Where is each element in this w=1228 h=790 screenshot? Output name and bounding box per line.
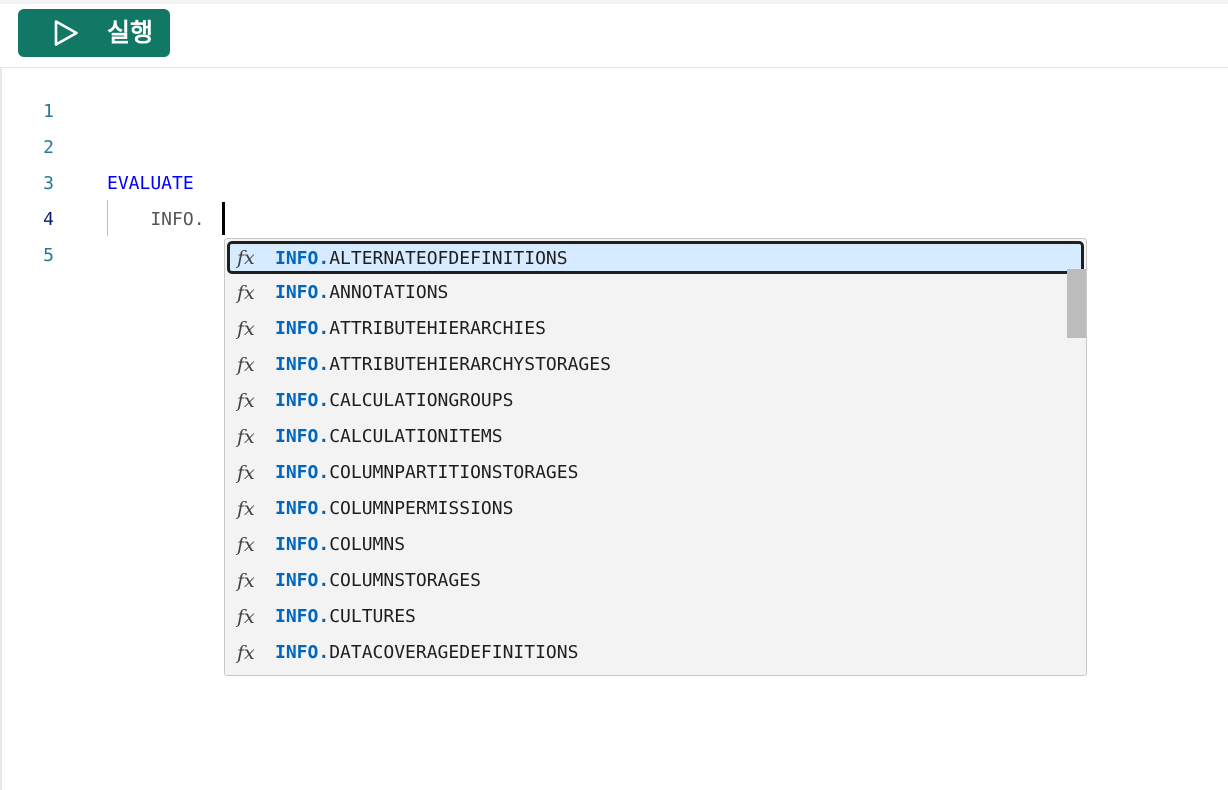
run-button-label: 실행	[107, 18, 154, 47]
code-line-evaluate[interactable]: EVALUATE	[107, 166, 194, 202]
function-icon: fx	[237, 642, 255, 664]
function-icon: fx	[237, 462, 255, 484]
suggestion-label: CALCULATIONGROUPS	[329, 390, 514, 411]
match-prefix: INFO.	[275, 318, 330, 339]
suggestion-item[interactable]: fx INFO.ANNOTATIONS	[225, 275, 1067, 311]
line-number-active: 4	[43, 209, 54, 230]
line-number: 2	[43, 137, 54, 158]
match-prefix: INFO.	[275, 570, 330, 591]
match-prefix: INFO.	[275, 642, 330, 663]
function-icon: fx	[237, 354, 255, 376]
function-icon: fx	[237, 390, 255, 412]
run-button[interactable]: 실행	[18, 9, 170, 57]
match-prefix: INFO.	[275, 248, 330, 269]
suggestion-item-selected[interactable]: fx INFO.ALTERNATEOFDEFINITIONS	[227, 241, 1084, 274]
suggestion-label: ATTRIBUTEHIERARCHYSTORAGES	[329, 354, 611, 375]
match-prefix: INFO.	[275, 390, 330, 411]
suggestion-label: CALCULATIONITEMS	[329, 426, 503, 447]
suggestion-item[interactable]: fx INFO.CALCULATIONGROUPS	[225, 383, 1067, 419]
line-number: 1	[43, 101, 54, 122]
suggestion-label: ANNOTATIONS	[329, 282, 449, 303]
line-number: 5	[43, 245, 54, 266]
function-icon: fx	[237, 606, 255, 628]
function-icon: fx	[237, 534, 255, 556]
suggestion-item[interactable]: fx INFO.COLUMNS	[225, 527, 1067, 563]
dropdown-scrollbar-thumb[interactable]	[1067, 269, 1086, 338]
suggestion-label: ALTERNATEOFDEFINITIONS	[329, 248, 568, 269]
toolbar: 실행	[0, 4, 1228, 68]
suggestion-label: DATACOVERAGEDEFINITIONS	[329, 642, 579, 663]
line-number: 3	[43, 173, 54, 194]
suggestion-label: COLUMNS	[329, 534, 406, 555]
code-line-info[interactable]: INFO.	[107, 202, 204, 238]
match-prefix: INFO.	[275, 534, 330, 555]
function-icon: fx	[237, 318, 255, 340]
function-icon: fx	[237, 247, 255, 269]
suggestion-item[interactable]: fx INFO.CULTURES	[225, 599, 1067, 635]
suggestion-item[interactable]: fx INFO.CALCULATIONITEMS	[225, 419, 1067, 455]
suggestion-label: ATTRIBUTEHIERARCHIES	[329, 318, 546, 339]
suggestion-label: CULTURES	[329, 606, 416, 627]
suggestion-item[interactable]: fx INFO.DATACOVERAGEDEFINITIONS	[225, 635, 1067, 671]
function-icon: fx	[237, 282, 255, 304]
match-prefix: INFO.	[275, 498, 330, 519]
match-prefix: INFO.	[275, 282, 330, 303]
suggestion-item[interactable]: fx INFO.COLUMNPERMISSIONS	[225, 491, 1067, 527]
suggestion-item[interactable]: fx INFO.COLUMNPARTITIONSTORAGES	[225, 455, 1067, 491]
function-icon: fx	[237, 498, 255, 520]
match-prefix: INFO.	[275, 354, 330, 375]
match-prefix: INFO.	[275, 462, 330, 483]
function-icon: fx	[237, 426, 255, 448]
text-cursor	[222, 202, 225, 235]
suggestion-label: COLUMNPARTITIONSTORAGES	[329, 462, 579, 483]
suggestion-label: COLUMNPERMISSIONS	[329, 498, 514, 519]
suggestion-item[interactable]: fx INFO.ATTRIBUTEHIERARCHIES	[225, 311, 1067, 347]
play-icon	[54, 20, 78, 46]
suggestion-item[interactable]: fx INFO.ATTRIBUTEHIERARCHYSTORAGES	[225, 347, 1067, 383]
autocomplete-dropdown[interactable]: fx INFO.ALTERNATEOFDEFINITIONS fx INFO.A…	[224, 238, 1087, 676]
match-prefix: INFO.	[275, 426, 330, 447]
match-prefix: INFO.	[275, 606, 330, 627]
suggestion-item[interactable]: fx INFO.COLUMNSTORAGES	[225, 563, 1067, 599]
function-icon: fx	[237, 570, 255, 592]
suggestion-label: COLUMNSTORAGES	[329, 570, 481, 591]
